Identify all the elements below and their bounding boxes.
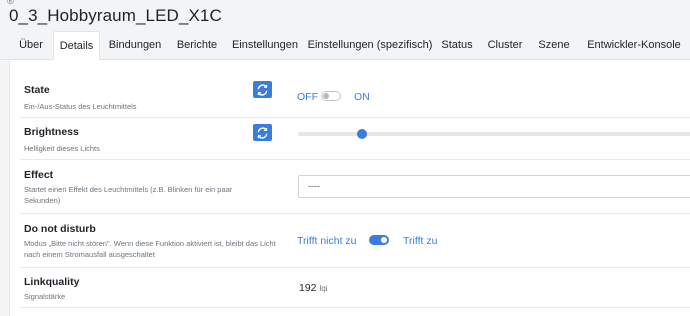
brightness-label: Brightness (24, 126, 79, 138)
brightness-refresh-button[interactable] (253, 124, 272, 141)
refresh-icon (257, 126, 268, 139)
tab-settings-specific[interactable]: Einstellungen (spezifisch) (306, 31, 434, 60)
state-row: State Ein-/Aus-Status des Leuchtmittels … (20, 70, 690, 118)
state-label: State (24, 84, 50, 96)
state-off-label: OFF (297, 91, 318, 103)
state-toggle-knob (323, 93, 329, 99)
linkquality-row: Linkquality Signalstärke 192 lqi (20, 268, 690, 308)
linkquality-description: Signalstärke (24, 292, 66, 301)
tab-about[interactable]: Über (9, 31, 53, 60)
effect-row: Effect Startet einen Effekt des Leuchtmi… (20, 160, 690, 214)
tab-settings[interactable]: Einstellungen (226, 31, 304, 60)
do-not-disturb-description: Modus „Bitte nicht stören". Wenn diese F… (24, 239, 276, 259)
state-toggle[interactable] (321, 91, 341, 101)
tab-dev-console[interactable]: Entwickler-Konsole (578, 31, 690, 60)
page-title: 0_3_Hobbyraum_LED_X1C (9, 6, 222, 25)
brightness-row: Brightness Helligkeit dieses Lichts (20, 118, 690, 160)
details-panel: State Ein-/Aus-Status des Leuchtmittels … (9, 60, 690, 316)
state-description: Ein-/Aus-Status des Leuchtmittels (24, 102, 137, 111)
effect-select[interactable]: ---- (298, 175, 690, 198)
tab-status[interactable]: Status (436, 31, 478, 60)
tab-reports[interactable]: Berichte (170, 31, 224, 60)
effect-description: Startet einen Effekt des Leuchtmittels (… (24, 185, 233, 205)
state-on-label: ON (354, 91, 370, 103)
do-not-disturb-toggle[interactable] (369, 235, 389, 245)
tab-bindings[interactable]: Bindungen (102, 31, 168, 60)
tab-scene[interactable]: Szene (532, 31, 576, 60)
brightness-slider[interactable] (298, 129, 690, 139)
effect-label: Effect (24, 169, 54, 181)
tab-bar: Über Details Bindungen Berichte Einstell… (0, 31, 690, 60)
tab-cluster[interactable]: Cluster (480, 31, 530, 60)
tab-details[interactable]: Details (53, 31, 100, 60)
do-not-disturb-row: Do not disturb Modus „Bitte nicht stören… (20, 214, 690, 268)
do-not-disturb-off-label: Trifft nicht zu (297, 235, 357, 247)
brightness-slider-thumb[interactable] (357, 129, 368, 139)
state-refresh-button[interactable] (253, 81, 272, 98)
linkquality-unit: lqi (319, 284, 328, 293)
do-not-disturb-on-label: Trifft zu (403, 235, 438, 247)
linkquality-label: Linkquality (24, 276, 80, 288)
do-not-disturb-label: Do not disturb (24, 223, 96, 235)
do-not-disturb-toggle-knob (381, 237, 387, 243)
brightness-description: Helligkeit dieses Lichts (24, 144, 100, 153)
linkquality-number: 192 (299, 282, 317, 294)
refresh-icon (257, 83, 268, 96)
linkquality-value: 192 lqi (299, 282, 328, 294)
